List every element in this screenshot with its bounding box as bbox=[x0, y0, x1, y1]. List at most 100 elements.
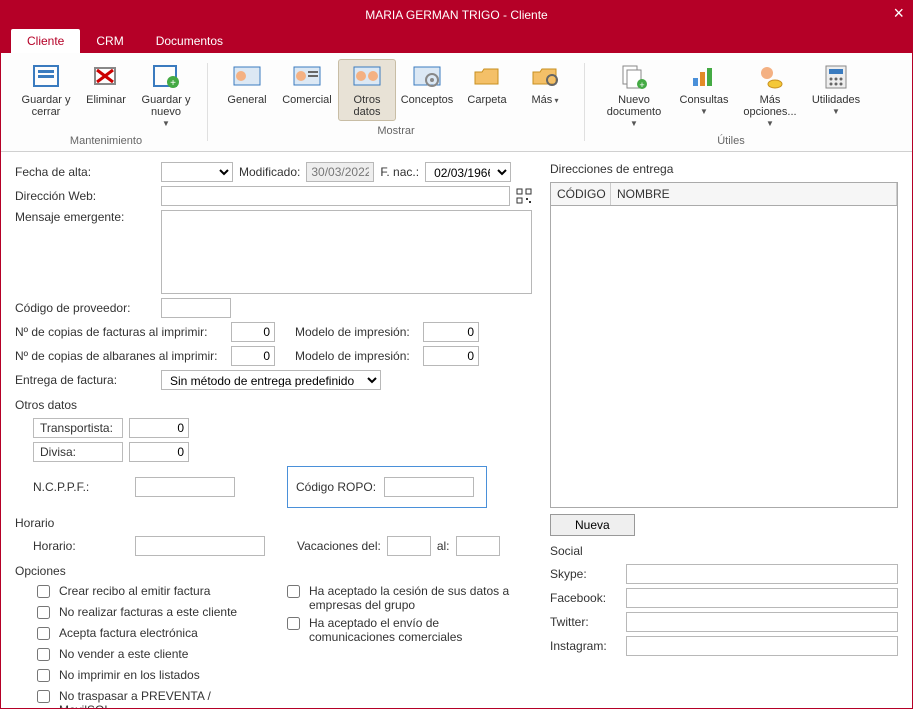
opciones-title: Opciones bbox=[15, 564, 532, 578]
ncppf-label: N.C.P.P.F.: bbox=[33, 480, 129, 494]
entrega-factura-select[interactable]: Sin método de entrega predefinido bbox=[161, 370, 381, 390]
chevron-down-icon: ▼ bbox=[766, 119, 774, 128]
chk-acepta-efactura[interactable]: Acepta factura electrónica bbox=[33, 626, 263, 643]
chevron-down-icon: ▼ bbox=[630, 119, 638, 128]
copias-albaranes-label: Nº de copias de albaranes al imprimir: bbox=[15, 349, 225, 363]
otros-datos-title: Otros datos bbox=[15, 398, 532, 412]
modelo-impresion-field-2[interactable] bbox=[423, 346, 479, 366]
twitter-label: Twitter: bbox=[550, 615, 620, 629]
horario-label: Horario: bbox=[33, 539, 129, 553]
ribbon-guardar-cerrar[interactable]: Guardar y cerrar bbox=[15, 59, 77, 131]
ribbon-otros-datos[interactable]: Otros datos bbox=[338, 59, 396, 121]
folder-gear-icon bbox=[528, 62, 562, 92]
ribbon-mas[interactable]: Más ▾ bbox=[516, 59, 574, 121]
ribbon-conceptos[interactable]: Conceptos bbox=[396, 59, 458, 121]
divisa-field[interactable] bbox=[129, 442, 189, 462]
folder-icon bbox=[470, 62, 504, 92]
qr-icon[interactable] bbox=[516, 188, 532, 204]
ribbon-utilidades[interactable]: Utilidades ▼ bbox=[805, 59, 867, 131]
user-card-icon bbox=[230, 62, 264, 92]
twitter-field[interactable] bbox=[626, 612, 898, 632]
modelo-impresion-field-1[interactable] bbox=[423, 322, 479, 342]
chevron-down-icon: ▼ bbox=[700, 107, 708, 116]
user-coins-icon bbox=[753, 62, 787, 92]
codigo-ropo-label: Código ROPO: bbox=[296, 480, 376, 494]
chk-no-facturas[interactable]: No realizar facturas a este cliente bbox=[33, 605, 263, 622]
delete-icon bbox=[89, 62, 123, 92]
vacaciones-hasta-field[interactable] bbox=[456, 536, 500, 556]
instagram-label: Instagram: bbox=[550, 639, 620, 653]
mensaje-emergente-field[interactable] bbox=[161, 210, 532, 294]
nueva-button[interactable]: Nueva bbox=[550, 514, 635, 536]
ribbon-group-utiles: Útiles bbox=[717, 135, 745, 147]
tab-bar: Cliente CRM Documentos bbox=[1, 29, 912, 53]
codigo-proveedor-field[interactable] bbox=[161, 298, 231, 318]
save-new-icon: + bbox=[149, 62, 183, 92]
fnac-label: F. nac.: bbox=[380, 165, 419, 179]
direcciones-table-body[interactable] bbox=[550, 206, 898, 508]
chk-no-traspasar[interactable]: No traspasar a PREVENTA / MovilSOL bbox=[33, 689, 263, 709]
title-bar: MARIA GERMAN TRIGO - Cliente × bbox=[1, 1, 912, 29]
new-document-icon: + bbox=[617, 62, 651, 92]
modelo-impresion-label-1: Modelo de impresión: bbox=[295, 325, 417, 339]
copias-facturas-field[interactable] bbox=[231, 322, 275, 342]
calculator-icon bbox=[819, 62, 853, 92]
codigo-proveedor-label: Código de proveedor: bbox=[15, 301, 155, 315]
fnac-select[interactable]: 02/03/1966 bbox=[425, 162, 511, 182]
fecha-alta-select[interactable] bbox=[161, 162, 233, 182]
horario-title: Horario bbox=[15, 516, 532, 530]
chk-no-imprimir[interactable]: No imprimir en los listados bbox=[33, 668, 263, 685]
tab-crm[interactable]: CRM bbox=[80, 29, 139, 53]
ribbon-carpeta[interactable]: Carpeta bbox=[458, 59, 516, 121]
chk-envio-comunicaciones[interactable]: Ha aceptado el envío de comunicaciones c… bbox=[283, 616, 523, 644]
chevron-down-icon: ▼ bbox=[832, 107, 840, 116]
facebook-field[interactable] bbox=[626, 588, 898, 608]
chart-icon bbox=[687, 62, 721, 92]
social-title: Social bbox=[550, 544, 898, 558]
chk-no-vender[interactable]: No vender a este cliente bbox=[33, 647, 263, 664]
chk-cesion-datos[interactable]: Ha aceptado la cesión de sus datos a emp… bbox=[283, 584, 523, 612]
direccion-web-label: Dirección Web: bbox=[15, 189, 155, 203]
col-nombre[interactable]: NOMBRE bbox=[611, 183, 897, 205]
vacaciones-label: Vacaciones del: bbox=[297, 539, 381, 553]
svg-text:+: + bbox=[639, 80, 644, 90]
direccion-web-field[interactable] bbox=[161, 186, 510, 206]
col-codigo[interactable]: CÓDIGO bbox=[551, 183, 611, 205]
ribbon: Guardar y cerrar Eliminar + Guardar y nu… bbox=[1, 53, 912, 152]
ribbon-consultas[interactable]: Consultas ▼ bbox=[673, 59, 735, 131]
entrega-factura-label: Entrega de factura: bbox=[15, 373, 155, 387]
ribbon-general[interactable]: General bbox=[218, 59, 276, 121]
tab-documentos[interactable]: Documentos bbox=[140, 29, 239, 53]
ribbon-group-mantenimiento: Mantenimiento bbox=[70, 135, 142, 147]
ribbon-guardar-nuevo[interactable]: + Guardar y nuevo ▼ bbox=[135, 59, 197, 131]
ribbon-comercial[interactable]: Comercial bbox=[276, 59, 338, 121]
direcciones-entrega-title: Direcciones de entrega bbox=[550, 162, 898, 176]
chevron-down-icon: ▼ bbox=[162, 119, 170, 128]
modificado-field bbox=[306, 162, 374, 182]
chevron-down-icon: ▾ bbox=[552, 96, 558, 105]
horario-field[interactable] bbox=[135, 536, 265, 556]
close-icon[interactable]: × bbox=[893, 3, 904, 24]
ncppf-field[interactable] bbox=[135, 477, 235, 497]
copias-facturas-label: Nº de copias de facturas al imprimir: bbox=[15, 325, 225, 339]
tab-cliente[interactable]: Cliente bbox=[11, 29, 80, 53]
ribbon-nuevo-documento[interactable]: + Nuevo documento ▼ bbox=[595, 59, 673, 131]
instagram-field[interactable] bbox=[626, 636, 898, 656]
vacaciones-desde-field[interactable] bbox=[387, 536, 431, 556]
skype-field[interactable] bbox=[626, 564, 898, 584]
fecha-alta-label: Fecha de alta: bbox=[15, 165, 155, 179]
chk-crear-recibo[interactable]: Crear recibo al emitir factura bbox=[33, 584, 263, 601]
divisa-label: Divisa: bbox=[33, 442, 123, 462]
other-data-icon bbox=[350, 62, 384, 92]
ribbon-eliminar[interactable]: Eliminar bbox=[77, 59, 135, 131]
transportista-label: Transportista: bbox=[33, 418, 123, 438]
commercial-icon bbox=[290, 62, 324, 92]
copias-albaranes-field[interactable] bbox=[231, 346, 275, 366]
window-title: MARIA GERMAN TRIGO - Cliente bbox=[365, 8, 547, 22]
save-close-icon bbox=[29, 62, 63, 92]
transportista-field[interactable] bbox=[129, 418, 189, 438]
codigo-ropo-group: Código ROPO: bbox=[287, 466, 487, 508]
modelo-impresion-label-2: Modelo de impresión: bbox=[295, 349, 417, 363]
codigo-ropo-field[interactable] bbox=[384, 477, 474, 497]
ribbon-mas-opciones[interactable]: Más opciones... ▼ bbox=[735, 59, 805, 131]
